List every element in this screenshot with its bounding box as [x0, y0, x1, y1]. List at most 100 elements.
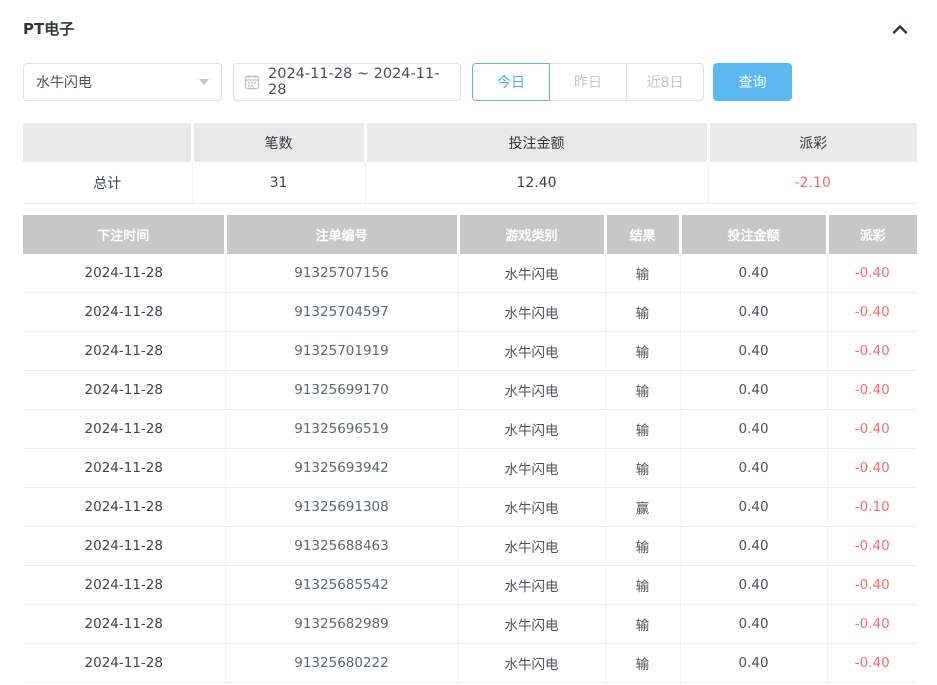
table-cell: 水牛闪电	[458, 332, 605, 371]
table-row: 2024-11-2891325696519水牛闪电输0.40-0.40	[23, 410, 917, 449]
table-cell: 水牛闪电	[458, 254, 605, 293]
table-cell: 水牛闪电	[458, 410, 605, 449]
table-cell: 2024-11-28	[23, 371, 225, 410]
table-cell: 2024-11-28	[23, 254, 225, 293]
collapse-chevron-up-icon[interactable]	[891, 22, 909, 36]
table-row: 2024-11-2891325707156水牛闪电输0.40-0.40	[23, 254, 917, 293]
game-select[interactable]: 水牛闪电	[23, 63, 222, 101]
summary-total-label: 总计	[23, 162, 192, 204]
table-cell: 水牛闪电	[458, 527, 605, 566]
table-cell: 91325704597	[225, 293, 458, 332]
table-cell: 91325701919	[225, 332, 458, 371]
yesterday-button[interactable]: 昨日	[549, 63, 627, 101]
table-cell: 水牛闪电	[458, 644, 605, 683]
table-cell: 2024-11-28	[23, 566, 225, 605]
table-cell: 赢	[605, 488, 680, 527]
table-cell: 91325691308	[225, 488, 458, 527]
today-button[interactable]: 今日	[472, 63, 550, 101]
table-cell: 2024-11-28	[23, 293, 225, 332]
summary-header-empty	[23, 123, 192, 162]
table-cell: 输	[605, 605, 680, 644]
table-cell: 2024-11-28	[23, 449, 225, 488]
table-cell: 输	[605, 293, 680, 332]
table-cell: 91325682989	[225, 605, 458, 644]
summary-header-payout: 派彩	[708, 123, 917, 162]
table-cell: 0.40	[680, 644, 827, 683]
summary-total-count: 31	[192, 162, 365, 204]
table-cell: 0.40	[680, 527, 827, 566]
table-cell: 输	[605, 332, 680, 371]
summary-header-bet-amount: 投注金额	[365, 123, 708, 162]
table-cell: 输	[605, 371, 680, 410]
table-cell: 2024-11-28	[23, 527, 225, 566]
table-row: 2024-11-2891325693942水牛闪电输0.40-0.40	[23, 449, 917, 488]
table-cell: 输	[605, 410, 680, 449]
table-cell: -0.10	[827, 488, 917, 527]
detail-header-result: 结果	[605, 215, 680, 254]
table-cell: -0.40	[827, 254, 917, 293]
summary-total-bet-amount: 12.40	[365, 162, 708, 204]
summary-total-row: 总计 31 12.40 -2.10	[23, 162, 917, 204]
table-cell: -0.40	[827, 449, 917, 488]
date-range-value: 2024-11-28 ~ 2024-11-28	[268, 66, 450, 98]
table-cell: 2024-11-28	[23, 605, 225, 644]
detail-header-payout: 派彩	[827, 215, 917, 254]
table-cell: 91325707156	[225, 254, 458, 293]
table-cell: 91325693942	[225, 449, 458, 488]
table-cell: 2024-11-28	[23, 644, 225, 683]
summary-header-row: 笔数 投注金额 派彩	[23, 123, 917, 162]
detail-header-order-number: 注单编号	[225, 215, 458, 254]
table-row: 2024-11-2891325682989水牛闪电输0.40-0.40	[23, 605, 917, 644]
table-row: 2024-11-2891325688463水牛闪电输0.40-0.40	[23, 527, 917, 566]
table-cell: 0.40	[680, 371, 827, 410]
table-cell: 0.40	[680, 605, 827, 644]
filter-bar: 水牛闪电 2024-1	[23, 63, 917, 101]
pt-games-panel: PT电子 水牛闪电	[0, 0, 937, 685]
table-cell: -0.40	[827, 644, 917, 683]
page-title: PT电子	[23, 18, 74, 39]
table-cell: 91325685542	[225, 566, 458, 605]
date-range-input[interactable]: 2024-11-28 ~ 2024-11-28	[233, 63, 461, 101]
table-cell: -0.40	[827, 527, 917, 566]
table-cell: 0.40	[680, 332, 827, 371]
table-cell: 水牛闪电	[458, 293, 605, 332]
table-cell: 水牛闪电	[458, 488, 605, 527]
detail-header-row: 下注时间 注单编号 游戏类别 结果 投注金额 派彩	[23, 215, 917, 254]
table-row: 2024-11-2891325701919水牛闪电输0.40-0.40	[23, 332, 917, 371]
table-cell: 0.40	[680, 488, 827, 527]
table-cell: 水牛闪电	[458, 566, 605, 605]
table-cell: 输	[605, 566, 680, 605]
table-cell: 0.40	[680, 254, 827, 293]
table-cell: 2024-11-28	[23, 410, 225, 449]
query-button[interactable]: 查询	[713, 63, 792, 101]
summary-total-payout: -2.10	[708, 162, 917, 204]
detail-table: 下注时间 注单编号 游戏类别 结果 投注金额 派彩 2024-11-289132…	[23, 215, 917, 685]
detail-header-bet-amount: 投注金额	[680, 215, 827, 254]
panel-header: PT电子	[23, 0, 917, 39]
table-cell: -0.40	[827, 410, 917, 449]
calendar-icon	[244, 74, 260, 90]
table-row: 2024-11-2891325685542水牛闪电输0.40-0.40	[23, 566, 917, 605]
table-cell: 水牛闪电	[458, 371, 605, 410]
table-cell: -0.40	[827, 566, 917, 605]
table-cell: 2024-11-28	[23, 488, 225, 527]
table-cell: 2024-11-28	[23, 332, 225, 371]
table-cell: 91325680222	[225, 644, 458, 683]
table-cell: -0.40	[827, 605, 917, 644]
table-cell: 输	[605, 527, 680, 566]
table-cell: 水牛闪电	[458, 449, 605, 488]
last-8-days-button[interactable]: 近8日	[626, 63, 704, 101]
table-cell: 0.40	[680, 410, 827, 449]
table-cell: -0.40	[827, 371, 917, 410]
table-cell: -0.40	[827, 293, 917, 332]
table-cell: 91325688463	[225, 527, 458, 566]
table-cell: -0.40	[827, 332, 917, 371]
summary-header-count: 笔数	[192, 123, 365, 162]
table-cell: 91325699170	[225, 371, 458, 410]
caret-down-icon	[199, 79, 209, 85]
table-cell: 输	[605, 449, 680, 488]
table-cell: 输	[605, 644, 680, 683]
detail-header-game-category: 游戏类别	[458, 215, 605, 254]
table-cell: 0.40	[680, 293, 827, 332]
detail-header-bet-time: 下注时间	[23, 215, 225, 254]
